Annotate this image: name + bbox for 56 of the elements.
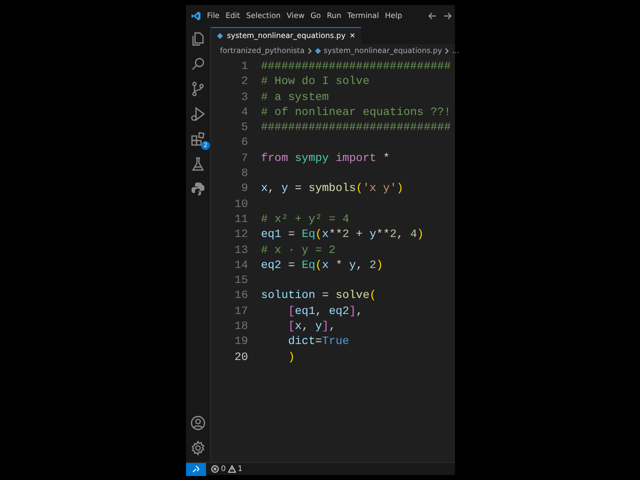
chevron-icon bbox=[445, 48, 450, 54]
line-number: 8 bbox=[240, 167, 248, 182]
code-line: ############################ bbox=[261, 60, 451, 75]
code-line: # x² + y² = 4 bbox=[261, 212, 350, 228]
code-line: # a system bbox=[261, 90, 329, 106]
source-control-icon[interactable] bbox=[190, 81, 206, 97]
line-number: 13 bbox=[233, 244, 248, 259]
code-line: ############################ bbox=[261, 121, 451, 136]
code-line: from sympy import * bbox=[261, 152, 390, 167]
error-icon[interactable] bbox=[211, 465, 219, 473]
settings-icon[interactable] bbox=[190, 440, 206, 456]
python-file-icon bbox=[217, 33, 223, 39]
python-logo-icon[interactable] bbox=[190, 181, 206, 197]
line-number: 20 bbox=[233, 350, 248, 366]
line-number: 11 bbox=[233, 212, 248, 228]
line-number: 9 bbox=[240, 182, 248, 198]
code-line: dict=True bbox=[287, 335, 350, 350]
code-line: # How do I solve bbox=[261, 75, 370, 90]
extensions-icon[interactable] bbox=[190, 131, 206, 147]
back-arrow-icon[interactable] bbox=[428, 12, 437, 20]
line-number: 18 bbox=[233, 320, 248, 336]
code-line: x, y = symbols('x y') bbox=[261, 182, 404, 198]
code-line: # x · y = 2 bbox=[261, 244, 336, 259]
line-number: 10 bbox=[233, 198, 248, 213]
line-number: 19 bbox=[233, 335, 248, 350]
line-number: 14 bbox=[233, 258, 248, 274]
line-number: 16 bbox=[233, 289, 248, 304]
remote-icon bbox=[192, 465, 200, 473]
app-logo-icon[interactable] bbox=[191, 11, 201, 21]
files-icon[interactable] bbox=[190, 31, 206, 47]
line-number: 5 bbox=[240, 121, 248, 136]
line-number: 15 bbox=[233, 274, 248, 290]
remote-button[interactable] bbox=[186, 462, 206, 476]
code-line: [x, y], bbox=[287, 320, 336, 336]
chevron-icon bbox=[308, 48, 312, 54]
account-icon[interactable] bbox=[190, 415, 206, 431]
line-number: 4 bbox=[240, 106, 248, 121]
warning-icon[interactable] bbox=[228, 465, 236, 473]
line-number: 2 bbox=[240, 75, 248, 90]
code-line: eq2 = Eq(x * y, 2) bbox=[261, 258, 384, 274]
run-debug-icon[interactable] bbox=[190, 106, 206, 122]
line-number: 6 bbox=[240, 136, 248, 152]
line-number: 12 bbox=[233, 228, 248, 244]
code-line: [eq1, eq2], bbox=[287, 304, 363, 320]
line-number: 7 bbox=[240, 152, 248, 167]
python-file-icon bbox=[314, 48, 321, 54]
code-line: # of nonlinear equations ??! bbox=[261, 106, 451, 121]
search-icon[interactable] bbox=[190, 56, 206, 72]
line-number: 17 bbox=[233, 304, 248, 320]
line-number: 3 bbox=[240, 90, 248, 106]
code-line: ) bbox=[287, 350, 295, 366]
code-line: solution = solve( bbox=[261, 289, 376, 304]
flask-icon[interactable] bbox=[190, 156, 206, 172]
line-number: 1 bbox=[240, 60, 248, 75]
forward-arrow-icon[interactable] bbox=[443, 12, 452, 20]
code-line: eq1 = Eq(x**2 + y**2, 4) bbox=[261, 228, 424, 244]
